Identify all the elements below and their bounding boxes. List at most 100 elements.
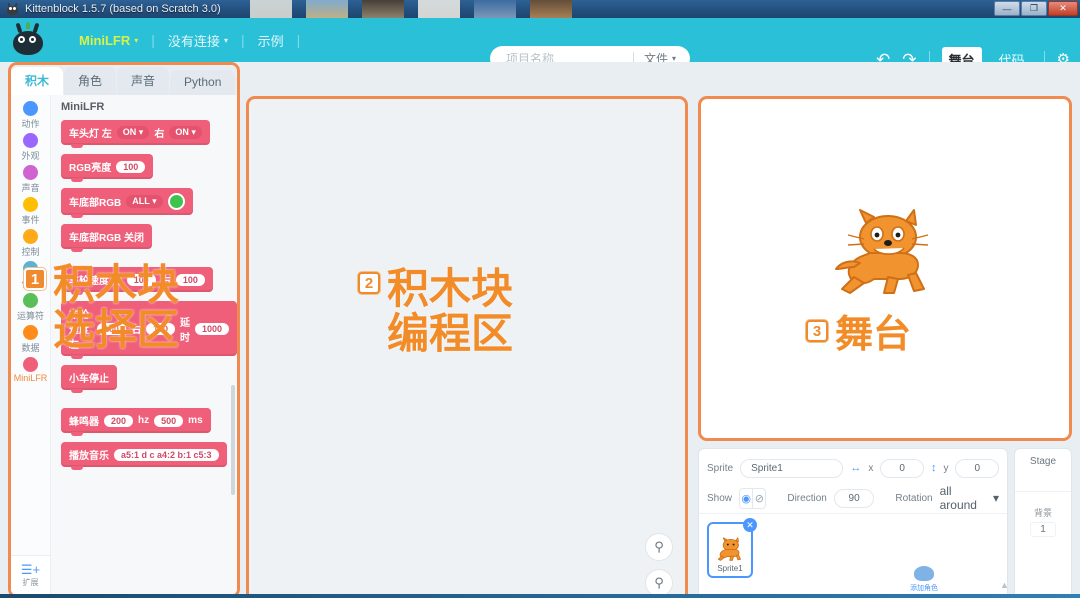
backdrop-label: 背景 xyxy=(1033,508,1052,518)
zoom-in-icon[interactable]: ⚲ xyxy=(645,533,673,561)
main-area: 积木 角色 声音 Python 动作 外观 声音 事件 控制 侦测 运算符 数据 MiniLFR… xyxy=(0,62,1080,598)
eye-visible-icon[interactable]: ◉ xyxy=(740,489,752,508)
add-sprite-button[interactable]: 添加角色 xyxy=(910,566,938,593)
x-input[interactable]: 0 xyxy=(880,458,924,478)
palette-block-3[interactable]: 车底部RGB ALL ▾ xyxy=(61,188,193,218)
palette-block-5[interactable]: 车轮速度 左 100 右 100 xyxy=(61,267,213,295)
connection-menu[interactable]: 没有连接 ▾ xyxy=(155,31,241,50)
y-input[interactable]: 0 xyxy=(955,458,1000,478)
stage-header: Stage xyxy=(1029,456,1057,467)
block-dropdown[interactable]: ON ▾ xyxy=(116,126,150,139)
category-8[interactable]: 数据 xyxy=(11,325,50,354)
add-extension-label: 扩展 xyxy=(22,578,39,587)
palette-blocks: 车头灯 左 ON ▾ 右 ON ▾ RGB亮度 100 车底部RGB ALL ▾ 车底部RGB … xyxy=(51,120,237,476)
taskbar-sliver xyxy=(0,594,1080,598)
category-label: 外观 xyxy=(21,151,40,161)
tab-python[interactable]: Python xyxy=(170,70,236,95)
category-3[interactable]: 声音 xyxy=(11,165,50,194)
rotation-select[interactable]: all around ▾ xyxy=(940,484,999,512)
category-dot-icon xyxy=(23,165,38,180)
block-text: 延时 xyxy=(179,317,190,344)
category-7[interactable]: 运算符 xyxy=(11,293,50,322)
y-label: y xyxy=(943,462,949,474)
category-label: 声音 xyxy=(21,183,40,193)
category-6[interactable]: 侦测 xyxy=(11,261,50,290)
category-dot-icon xyxy=(23,325,38,340)
block-input[interactable]: 200 xyxy=(104,414,134,427)
block-input[interactable]: 100 xyxy=(116,160,146,173)
block-input[interactable]: 100 xyxy=(96,322,126,335)
stage-panel[interactable] xyxy=(698,96,1072,441)
palette-scrollbar[interactable] xyxy=(231,385,235,495)
block-input[interactable]: 100 xyxy=(145,322,175,335)
device-menu[interactable]: MiniLFR ▾ xyxy=(66,33,151,48)
sprite-name-input[interactable]: Sprite1 xyxy=(740,458,844,478)
list-item[interactable]: ✕ Sprite1 xyxy=(707,518,757,578)
block-text: 车底部RGB 关闭 xyxy=(69,233,144,244)
block-text: 车底部RGB xyxy=(69,198,122,209)
code-workspace[interactable]: ⚲ ⚲ = xyxy=(246,96,688,598)
zoom-out-icon[interactable]: ⚲ xyxy=(645,569,673,597)
window-controls: — ❐ ✕ xyxy=(994,1,1078,16)
desktop-thumbnails xyxy=(250,0,990,18)
stage-selector-panel[interactable]: Stage 背景 1 添加背景 xyxy=(1014,448,1072,598)
kittenblock-window: Kittenblock 1.5.7 (based on Scratch 3.0)… xyxy=(0,0,1080,598)
category-dot-icon xyxy=(23,101,38,116)
direction-label: Direction xyxy=(787,492,827,504)
block-dropdown[interactable]: ALL ▾ xyxy=(126,195,163,208)
tab-blocks[interactable]: 积木 xyxy=(11,67,64,95)
connection-menu-label: 没有连接 xyxy=(167,33,220,49)
chevron-down-icon: ▾ xyxy=(992,491,999,505)
add-extension-icon: ☰+ xyxy=(20,562,41,577)
color-swatch-icon[interactable] xyxy=(167,193,185,210)
block-input[interactable]: 1000 xyxy=(194,322,229,335)
category-4[interactable]: 事件 xyxy=(11,197,50,226)
block-input[interactable]: a5:1 d c a4:2 b:1 c5:3 xyxy=(114,448,219,461)
tab-sounds[interactable]: 声音 xyxy=(117,67,170,95)
add-extension-button[interactable]: ☰+ 扩展 xyxy=(11,555,51,595)
palette-block-2[interactable]: RGB亮度 100 xyxy=(61,154,154,182)
palette-block-8[interactable]: 蜂鸣器 200 hz 500 ms xyxy=(61,408,211,436)
minimize-button[interactable]: — xyxy=(994,1,1020,16)
examples-menu[interactable]: 示例 xyxy=(245,31,297,50)
sprite-info-panel: Sprite Sprite1 ↔ x 0 ↕ y 0 Show ◉ ⊘ Dire… xyxy=(698,448,1009,598)
block-input[interactable]: 100 xyxy=(175,273,205,286)
block-dropdown[interactable]: ON ▾ xyxy=(169,126,202,139)
category-dot-icon xyxy=(23,229,38,244)
block-input[interactable]: 100 xyxy=(126,273,156,286)
scratch-cat-sprite[interactable] xyxy=(830,207,940,303)
category-2[interactable]: 外观 xyxy=(11,133,50,162)
direction-input[interactable]: 90 xyxy=(833,488,875,508)
category-label: 控制 xyxy=(21,247,40,257)
block-input[interactable]: 500 xyxy=(154,414,184,427)
menu-divider: | xyxy=(296,32,301,48)
close-button[interactable]: ✕ xyxy=(1048,1,1078,16)
delete-sprite-icon[interactable]: ✕ xyxy=(743,518,757,532)
sprite-show-row: Show ◉ ⊘ Direction 90 Rotation all aroun… xyxy=(699,483,1007,513)
palette-block-4[interactable]: 车底部RGB 关闭 xyxy=(61,224,152,252)
category-dot-icon xyxy=(23,133,38,148)
block-text: 小车停止 xyxy=(69,374,109,385)
y-axis-icon: ↕ xyxy=(930,462,937,474)
visibility-toggle: ◉ ⊘ xyxy=(739,487,767,509)
divider xyxy=(1015,491,1071,492)
window-title: Kittenblock 1.5.7 (based on Scratch 3.0) xyxy=(25,3,221,15)
backdrop-count: 1 xyxy=(1030,522,1056,537)
maximize-button[interactable]: ❐ xyxy=(1021,1,1047,16)
category-1[interactable]: 动作 xyxy=(11,101,50,130)
examples-menu-label: 示例 xyxy=(257,33,284,49)
category-5[interactable]: 控制 xyxy=(11,229,50,258)
palette-block-9[interactable]: 播放音乐 a5:1 d c a4:2 b:1 c5:3 xyxy=(61,442,227,470)
block-text: 蜂鸣器 xyxy=(69,417,99,428)
palette-block-1[interactable]: 车头灯 左 ON ▾ 右 ON ▾ xyxy=(61,120,210,148)
category-9[interactable]: MiniLFR xyxy=(11,357,50,383)
block-text: RGB亮度 xyxy=(69,163,112,174)
palette-block-6[interactable]: 车轮速度 左 100 右 100 延时 1000 xyxy=(61,301,237,359)
block-text: ms xyxy=(188,415,203,426)
tab-costumes[interactable]: 角色 xyxy=(64,67,117,95)
eye-hidden-icon[interactable]: ⊘ xyxy=(752,488,765,508)
zoom-controls: ⚲ ⚲ = xyxy=(645,533,673,598)
palette-block-7[interactable]: 小车停止 xyxy=(61,365,117,393)
rotation-value: all around xyxy=(939,484,977,512)
kittenblock-logo-icon xyxy=(10,22,46,58)
